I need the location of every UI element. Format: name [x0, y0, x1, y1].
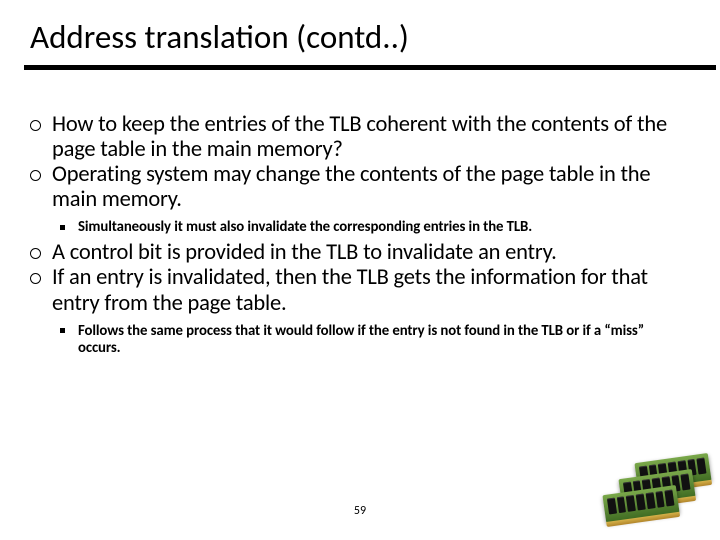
slide-title: Address translation (contd..) — [30, 20, 696, 55]
subbullet-miss-process: Follows the same process that it would f… — [60, 322, 681, 358]
ram-modules-icon — [602, 450, 712, 530]
title-underline — [24, 65, 716, 70]
bullet-tlb-coherent: How to keep the entries of the TLB coher… — [30, 112, 681, 162]
bullet-os-changes: Operating system may change the contents… — [30, 162, 681, 212]
slide: Address translation (contd..) How to kee… — [0, 0, 720, 540]
slide-body: How to keep the entries of the TLB coher… — [24, 112, 696, 358]
bullet-invalidated-entry: If an entry is invalidated, then the TLB… — [30, 265, 681, 315]
bullet-control-bit: A control bit is provided in the TLB to … — [30, 240, 681, 265]
ram-chips-icon — [607, 490, 675, 515]
subbullet-invalidate: Simultaneously it must also invalidate t… — [60, 218, 681, 236]
ram-module-icon — [602, 485, 679, 523]
